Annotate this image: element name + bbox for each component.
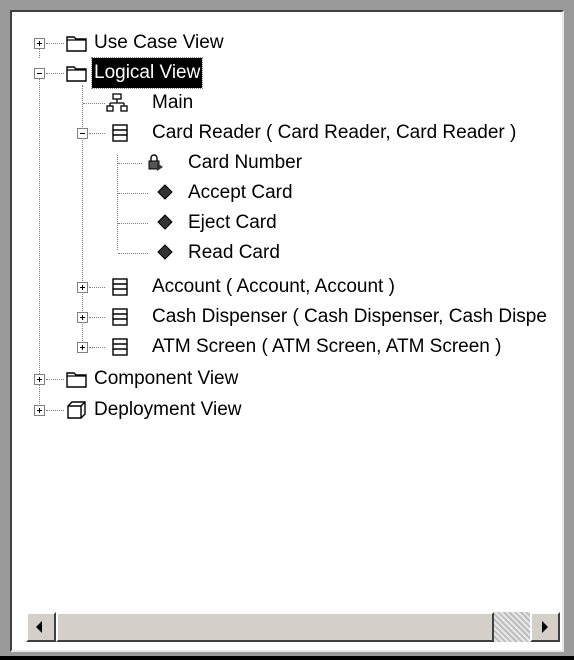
tree-node-label[interactable]: Eject Card	[188, 208, 277, 238]
expand-button[interactable]	[77, 282, 88, 293]
tree-connector	[89, 287, 105, 288]
class-icon	[112, 308, 128, 326]
tree-node-component-view[interactable]: Component View	[12, 364, 552, 394]
expand-button[interactable]	[34, 374, 45, 385]
scroll-left-button[interactable]	[26, 612, 56, 642]
tree-connector	[46, 73, 64, 74]
tree-connector	[118, 253, 148, 254]
expand-button[interactable]	[77, 342, 88, 353]
tree-node-atm-screen[interactable]: ATM Screen ( ATM Screen, ATM Screen )	[12, 332, 552, 362]
folder-icon	[66, 36, 87, 52]
tree-node-eject-card[interactable]: Eject Card	[12, 208, 552, 238]
tree-connector	[89, 133, 105, 134]
tree-connector	[46, 379, 64, 380]
tree-node-deployment-view[interactable]: Deployment View	[12, 395, 552, 425]
tree-connector	[89, 347, 105, 348]
window-bottom-edge	[0, 656, 574, 660]
class-icon	[112, 124, 128, 142]
horizontal-scrollbar[interactable]	[26, 612, 560, 642]
tree-node-label[interactable]: Use Case View	[94, 28, 224, 58]
tree-node-main[interactable]: Main	[12, 88, 552, 118]
tree-node-logical-view[interactable]: Logical View	[12, 57, 552, 89]
tree-node-label[interactable]: Component View	[94, 364, 238, 394]
tree-node-label[interactable]: ATM Screen ( ATM Screen, ATM Screen )	[152, 332, 501, 362]
tree-connector	[46, 43, 64, 44]
tree-node-accept-card[interactable]: Accept Card	[12, 178, 552, 208]
tree-node-label-selected[interactable]: Logical View	[90, 57, 204, 89]
class-icon	[112, 278, 128, 296]
tree-node-label[interactable]: Account ( Account, Account )	[152, 272, 395, 302]
class-diagram-icon	[106, 93, 128, 112]
expand-button[interactable]	[34, 38, 45, 49]
browser-tree-panel: Use Case View Logical View Main Card Rea…	[10, 10, 564, 652]
arrow-right-icon	[542, 621, 548, 633]
scrollbar-thumb[interactable]	[56, 612, 494, 642]
tree-connector	[118, 193, 148, 194]
tree-node-label[interactable]: Read Card	[188, 238, 280, 268]
tree-node-label[interactable]: Cash Dispenser ( Cash Dispenser, Cash Di…	[152, 302, 547, 332]
tree-connector	[89, 317, 105, 318]
operation-icon	[157, 214, 173, 230]
tree-node-card-number[interactable]: Card Number	[12, 148, 552, 178]
tree-node-label[interactable]: Accept Card	[188, 178, 293, 208]
expand-button[interactable]	[77, 312, 88, 323]
folder-icon	[66, 372, 87, 388]
tree-node-label[interactable]: Main	[152, 88, 193, 118]
tree-node-label[interactable]: Deployment View	[94, 395, 242, 425]
arrow-left-icon	[36, 621, 42, 633]
tree-node-read-card[interactable]: Read Card	[12, 238, 552, 268]
expand-button[interactable]	[34, 405, 45, 416]
tree-connector	[46, 410, 64, 411]
tree-node-cash-dispenser[interactable]: Cash Dispenser ( Cash Dispenser, Cash Di…	[12, 302, 560, 332]
tree-connector	[83, 103, 105, 104]
deployment-icon	[67, 401, 86, 419]
tree-node-use-case-view[interactable]: Use Case View	[12, 28, 552, 58]
model-tree: Use Case View Logical View Main Card Rea…	[12, 12, 562, 610]
tree-node-card-reader[interactable]: Card Reader ( Card Reader, Card Reader )	[12, 118, 552, 148]
tree-node-label[interactable]: Card Number	[188, 148, 302, 178]
tree-connector	[118, 223, 148, 224]
tree-node-label[interactable]: Card Reader ( Card Reader, Card Reader )	[152, 118, 516, 148]
folder-icon	[66, 66, 87, 82]
collapse-button[interactable]	[77, 128, 88, 139]
tree-node-account[interactable]: Account ( Account, Account )	[12, 272, 552, 302]
class-icon	[112, 338, 128, 356]
collapse-button[interactable]	[34, 68, 45, 79]
operation-icon	[157, 244, 173, 260]
operation-icon	[157, 184, 173, 200]
scroll-right-button[interactable]	[530, 612, 560, 642]
attribute-icon	[148, 154, 163, 171]
tree-connector	[118, 163, 142, 164]
